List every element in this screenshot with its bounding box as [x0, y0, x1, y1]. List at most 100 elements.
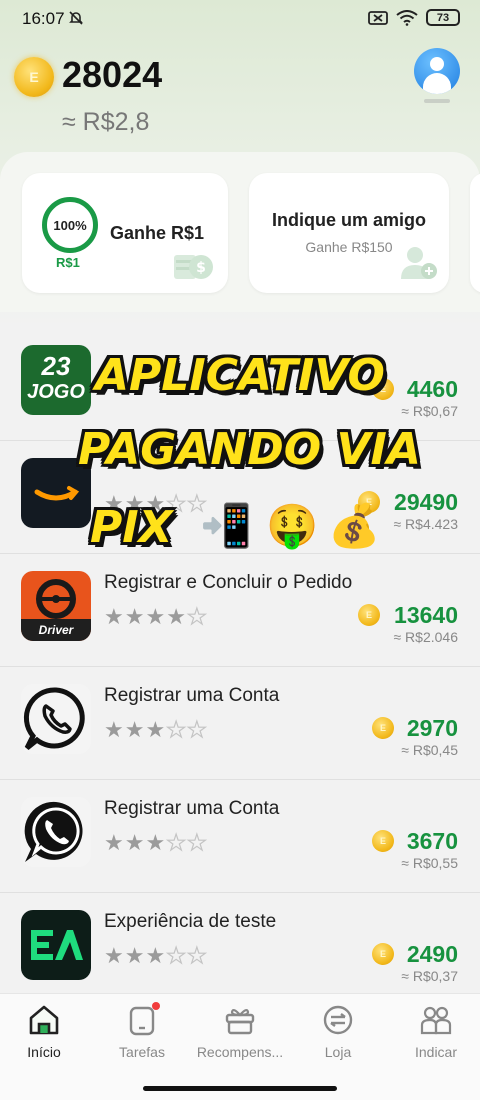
add-user-icon	[401, 247, 437, 279]
svg-text:$: $	[196, 260, 206, 276]
notification-badge	[152, 1002, 160, 1010]
money-stack-icon: $	[174, 255, 213, 279]
home-icon	[29, 1005, 59, 1035]
nav-label: Início	[27, 1044, 61, 1060]
profile-avatar-button[interactable]	[414, 48, 460, 94]
star-half-icon: ★	[166, 604, 186, 629]
rating-stars: ★ ★ ★ ★ ★	[104, 717, 207, 742]
whatsapp-filled-icon	[24, 801, 83, 862]
nav-label: Tarefas	[119, 1044, 165, 1060]
whatsapp-business-app-icon	[21, 797, 91, 867]
star-icon: ★	[166, 830, 187, 855]
driver-app-icon: Driver	[21, 571, 91, 641]
star-icon: ★	[145, 491, 166, 516]
reward-brl: ≈ R$0,55	[401, 855, 458, 871]
driver-icon-label: Driver	[38, 623, 74, 637]
coin-icon: E	[358, 491, 380, 513]
amazon-app-icon	[21, 458, 91, 528]
star-icon: ★	[104, 830, 124, 855]
reward-points: 29490	[394, 489, 458, 515]
star-icon: ★	[186, 491, 207, 516]
star-icon: ★	[104, 491, 124, 516]
ea-logo-icon	[31, 930, 83, 960]
coin-icon: E	[372, 830, 394, 852]
star-icon: ★	[124, 830, 145, 855]
whatsapp-app-icon	[21, 684, 91, 754]
star-icon: ★	[145, 943, 166, 968]
task-row[interactable]: ★ ★ ★ ★ ★ E 29490 ≈ R$4.423	[0, 441, 480, 554]
star-icon: ★	[145, 604, 166, 629]
star-icon: ★	[104, 717, 124, 742]
rating-stars: ★ ★ ★ ★ ★	[104, 604, 207, 629]
task-title: Registrar e Concluir o Pedido	[104, 572, 353, 593]
amazon-smile-icon	[34, 486, 80, 501]
invite-icon	[420, 1006, 452, 1035]
task-row[interactable]: Registrar uma Conta ★ ★ ★ ★ ★ E 3670 ≈ R$0,5…	[0, 780, 480, 893]
jogo-app-icon: 23 JOGO	[21, 345, 91, 415]
task-row[interactable]: Experiência de teste ★ ★ ★ ★ ★ E 2490 ≈ R$0,…	[0, 893, 480, 1006]
reward-brl: ≈ R$4.423	[393, 516, 458, 532]
rating-stars: ★ ★ ★ ★ ★	[104, 943, 207, 968]
task-row[interactable]: Driver Registrar e Concluir o Pedido ★ ★ ★…	[0, 554, 480, 667]
nav-tarefas[interactable]: Tarefas	[94, 1000, 190, 1060]
jogo-icon-number: 23	[41, 351, 71, 381]
star-icon: ★	[166, 943, 187, 968]
rating-stars: ★ ★ ★ ★ ★	[104, 830, 207, 855]
ea-app-icon	[21, 910, 91, 980]
nav-label: Indicar	[414, 1044, 458, 1060]
store-icon	[323, 1005, 353, 1035]
invite-card-title: Indique um amigo	[271, 210, 426, 230]
reward-points: 2970	[406, 715, 458, 741]
task-row[interactable]: Registrar uma Conta ★ ★ ★ ★ ★ E 2970 ≈ R$0,4…	[0, 667, 480, 780]
coin-icon: E	[372, 717, 394, 739]
avatar-body-icon	[423, 73, 451, 94]
star-icon: ★	[145, 830, 166, 855]
nav-inicio[interactable]: Início	[0, 1000, 92, 1060]
star-icon: ★	[104, 943, 124, 968]
jogo-icon-word: JOGO	[27, 381, 85, 403]
reward-brl: ≈ R$0,45	[401, 742, 458, 758]
coin-balance: 28024	[62, 54, 163, 95]
wifi-icon	[396, 9, 418, 26]
invite-friend-card[interactable]: Indique um amigo Ganhe R$150	[249, 173, 449, 293]
reward-points: 4460	[406, 376, 458, 402]
bottom-navigation: Início Tarefas Recompens... Loja Indicar	[0, 993, 480, 1100]
next-promo-card[interactable]	[470, 173, 480, 293]
star-icon: ★	[104, 604, 124, 629]
reward-brl: ≈ R$0,67	[401, 403, 458, 419]
status-bar: 16:07 73	[0, 0, 480, 36]
whatsapp-icon	[23, 687, 85, 750]
nav-indicar[interactable]: Indicar	[388, 1000, 480, 1060]
star-icon: ★	[166, 717, 187, 742]
rating-stars: ★ ★ ★ ★ ★	[104, 491, 207, 516]
coin-icon: E	[358, 604, 380, 626]
gift-icon	[225, 1008, 255, 1035]
star-icon: ★	[145, 717, 166, 742]
reward-brl: ≈ R$2.046	[393, 629, 458, 645]
task-title: Registrar uma Conta	[104, 685, 280, 706]
coin-icon: E	[14, 57, 54, 97]
reward-points: 13640	[394, 602, 458, 628]
status-time: 16:07	[22, 9, 65, 28]
nav-recompensas[interactable]: Recompens...	[192, 1000, 288, 1060]
bell-muted-icon	[69, 11, 83, 25]
progress-ring: 100%	[42, 197, 98, 253]
task-title: Registrar uma Conta	[104, 798, 280, 819]
nav-loja[interactable]: Loja	[290, 1000, 386, 1060]
balance-brl: ≈ R$2,8	[62, 108, 150, 136]
progress-percent: 100%	[53, 217, 87, 233]
star-icon: ★	[186, 717, 207, 742]
task-row[interactable]: 23 JOGO E 4460 ≈ R$0,67	[0, 328, 480, 441]
reward-points: 2490	[406, 941, 458, 967]
home-indicator[interactable]	[143, 1086, 337, 1091]
task-title: Experiência de teste	[104, 911, 277, 932]
star-icon: ★	[166, 491, 187, 516]
coin-icon: E	[372, 943, 394, 965]
progress-card-title: Ganhe R$1	[110, 223, 205, 243]
battery-indicator: 73	[426, 9, 460, 26]
star-icon: ★	[124, 717, 145, 742]
progress-reward-card[interactable]: 100% R$1 Ganhe R$1 $	[22, 173, 228, 293]
star-icon: ★	[124, 943, 145, 968]
battery-level: 73	[436, 11, 450, 24]
star-icon: ★	[186, 943, 207, 968]
